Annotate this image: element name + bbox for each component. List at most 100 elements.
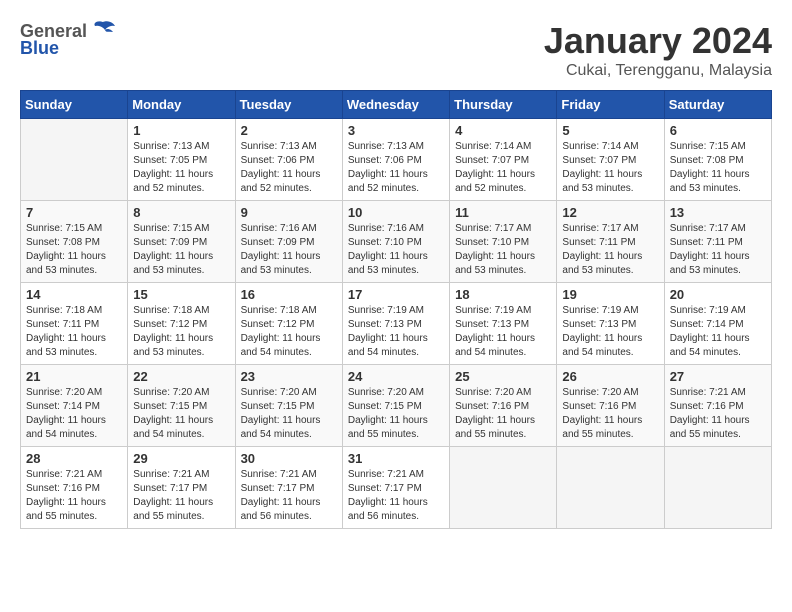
day-info: Sunrise: 7:19 AM Sunset: 7:13 PM Dayligh… xyxy=(562,304,658,360)
calendar-day-cell: 6 Sunrise: 7:15 AM Sunset: 7:08 PM Daylig… xyxy=(664,119,771,201)
calendar-day-cell: 5 Sunrise: 7:14 AM Sunset: 7:07 PM Daylig… xyxy=(557,119,664,201)
calendar-day-cell: 4 Sunrise: 7:14 AM Sunset: 7:07 PM Daylig… xyxy=(450,119,557,201)
title-block: January 2024 Cukai, Terengganu, Malaysia xyxy=(544,20,772,80)
location-subtitle: Cukai, Terengganu, Malaysia xyxy=(544,62,772,80)
calendar-day-cell: 7Sunrise: 7:15 AM Sunset: 7:08 PM Daylig… xyxy=(21,201,128,283)
day-number: 10 xyxy=(348,205,444,220)
day-number: 25 xyxy=(455,369,551,384)
calendar-day-cell xyxy=(557,447,664,529)
day-number: 22 xyxy=(133,369,229,384)
day-number: 28 xyxy=(26,451,122,466)
calendar-day-cell: 1 Sunrise: 7:13 AM Sunset: 7:05 PM Daylig… xyxy=(128,119,235,201)
calendar-day-cell: 17 Sunrise: 7:19 AM Sunset: 7:13 PM Dayli… xyxy=(342,283,449,365)
day-number: 11 xyxy=(455,205,551,220)
day-number: 23 xyxy=(241,369,337,384)
calendar-day-cell: 8 Sunrise: 7:15 AM Sunset: 7:09 PM Daylig… xyxy=(128,201,235,283)
page-header: General Blue January 2024 Cukai, Terengg… xyxy=(20,20,772,80)
day-number: 29 xyxy=(133,451,229,466)
day-info: Sunrise: 7:16 AM Sunset: 7:10 PM Dayligh… xyxy=(348,222,444,278)
day-info: Sunrise: 7:19 AM Sunset: 7:14 PM Dayligh… xyxy=(670,304,766,360)
calendar-day-cell: 28 Sunrise: 7:21 AM Sunset: 7:16 PM Dayli… xyxy=(21,447,128,529)
day-info: Sunrise: 7:19 AM Sunset: 7:13 PM Dayligh… xyxy=(348,304,444,360)
day-number: 15 xyxy=(133,287,229,302)
calendar-day-cell: 25 Sunrise: 7:20 AM Sunset: 7:16 PM Dayli… xyxy=(450,365,557,447)
calendar-day-cell xyxy=(450,447,557,529)
day-of-week-header: Tuesday xyxy=(235,91,342,119)
day-of-week-header: Sunday xyxy=(21,91,128,119)
day-info: Sunrise: 7:20 AM Sunset: 7:14 PM Dayligh… xyxy=(26,386,122,442)
day-of-week-header: Wednesday xyxy=(342,91,449,119)
day-number: 1 xyxy=(133,123,229,138)
day-number: 12 xyxy=(562,205,658,220)
calendar-day-cell: 15 Sunrise: 7:18 AM Sunset: 7:12 PM Dayli… xyxy=(128,283,235,365)
day-info: Sunrise: 7:21 AM Sunset: 7:17 PM Dayligh… xyxy=(348,468,444,524)
logo-bird-icon xyxy=(89,20,117,42)
day-info: Sunrise: 7:18 AM Sunset: 7:11 PM Dayligh… xyxy=(26,304,122,360)
day-info: Sunrise: 7:19 AM Sunset: 7:13 PM Dayligh… xyxy=(455,304,551,360)
calendar-table: SundayMondayTuesdayWednesdayThursdayFrid… xyxy=(20,90,772,529)
calendar-day-cell xyxy=(664,447,771,529)
calendar-day-cell: 22 Sunrise: 7:20 AM Sunset: 7:15 PM Dayli… xyxy=(128,365,235,447)
day-number: 8 xyxy=(133,205,229,220)
day-number: 17 xyxy=(348,287,444,302)
day-info: Sunrise: 7:20 AM Sunset: 7:15 PM Dayligh… xyxy=(133,386,229,442)
day-info: Sunrise: 7:15 AM Sunset: 7:08 PM Dayligh… xyxy=(26,222,122,278)
day-number: 3 xyxy=(348,123,444,138)
day-info: Sunrise: 7:14 AM Sunset: 7:07 PM Dayligh… xyxy=(562,140,658,196)
day-info: Sunrise: 7:18 AM Sunset: 7:12 PM Dayligh… xyxy=(133,304,229,360)
day-number: 31 xyxy=(348,451,444,466)
calendar-day-cell: 13 Sunrise: 7:17 AM Sunset: 7:11 PM Dayli… xyxy=(664,201,771,283)
day-info: Sunrise: 7:17 AM Sunset: 7:10 PM Dayligh… xyxy=(455,222,551,278)
calendar-day-cell: 26 Sunrise: 7:20 AM Sunset: 7:16 PM Dayli… xyxy=(557,365,664,447)
calendar-day-cell: 19 Sunrise: 7:19 AM Sunset: 7:13 PM Dayli… xyxy=(557,283,664,365)
day-number: 30 xyxy=(241,451,337,466)
day-number: 21 xyxy=(26,369,122,384)
calendar-week-row: 1 Sunrise: 7:13 AM Sunset: 7:05 PM Daylig… xyxy=(21,119,772,201)
day-info: Sunrise: 7:18 AM Sunset: 7:12 PM Dayligh… xyxy=(241,304,337,360)
calendar-week-row: 14 Sunrise: 7:18 AM Sunset: 7:11 PM Dayli… xyxy=(21,283,772,365)
day-info: Sunrise: 7:20 AM Sunset: 7:15 PM Dayligh… xyxy=(348,386,444,442)
day-number: 6 xyxy=(670,123,766,138)
day-info: Sunrise: 7:13 AM Sunset: 7:06 PM Dayligh… xyxy=(241,140,337,196)
calendar-header-row: SundayMondayTuesdayWednesdayThursdayFrid… xyxy=(21,91,772,119)
calendar-day-cell: 31 Sunrise: 7:21 AM Sunset: 7:17 PM Dayli… xyxy=(342,447,449,529)
calendar-day-cell: 21 Sunrise: 7:20 AM Sunset: 7:14 PM Dayli… xyxy=(21,365,128,447)
day-of-week-header: Monday xyxy=(128,91,235,119)
calendar-day-cell: 2 Sunrise: 7:13 AM Sunset: 7:06 PM Daylig… xyxy=(235,119,342,201)
calendar-day-cell: 9Sunrise: 7:16 AM Sunset: 7:09 PM Daylig… xyxy=(235,201,342,283)
day-number: 20 xyxy=(670,287,766,302)
logo-blue-text: Blue xyxy=(20,38,59,59)
day-of-week-header: Saturday xyxy=(664,91,771,119)
day-number: 14 xyxy=(26,287,122,302)
calendar-day-cell: 10 Sunrise: 7:16 AM Sunset: 7:10 PM Dayli… xyxy=(342,201,449,283)
month-title: January 2024 xyxy=(544,20,772,62)
day-info: Sunrise: 7:17 AM Sunset: 7:11 PM Dayligh… xyxy=(670,222,766,278)
day-info: Sunrise: 7:14 AM Sunset: 7:07 PM Dayligh… xyxy=(455,140,551,196)
calendar-week-row: 28 Sunrise: 7:21 AM Sunset: 7:16 PM Dayli… xyxy=(21,447,772,529)
day-info: Sunrise: 7:20 AM Sunset: 7:16 PM Dayligh… xyxy=(562,386,658,442)
day-of-week-header: Thursday xyxy=(450,91,557,119)
day-number: 2 xyxy=(241,123,337,138)
day-info: Sunrise: 7:20 AM Sunset: 7:16 PM Dayligh… xyxy=(455,386,551,442)
day-number: 16 xyxy=(241,287,337,302)
day-info: Sunrise: 7:21 AM Sunset: 7:17 PM Dayligh… xyxy=(241,468,337,524)
calendar-day-cell: 27Sunrise: 7:21 AM Sunset: 7:16 PM Dayli… xyxy=(664,365,771,447)
calendar-day-cell: 30 Sunrise: 7:21 AM Sunset: 7:17 PM Dayli… xyxy=(235,447,342,529)
day-number: 19 xyxy=(562,287,658,302)
day-number: 26 xyxy=(562,369,658,384)
day-info: Sunrise: 7:20 AM Sunset: 7:15 PM Dayligh… xyxy=(241,386,337,442)
day-info: Sunrise: 7:15 AM Sunset: 7:09 PM Dayligh… xyxy=(133,222,229,278)
calendar-day-cell: 12 Sunrise: 7:17 AM Sunset: 7:11 PM Dayli… xyxy=(557,201,664,283)
day-number: 4 xyxy=(455,123,551,138)
calendar-day-cell: 20 Sunrise: 7:19 AM Sunset: 7:14 PM Dayli… xyxy=(664,283,771,365)
day-number: 18 xyxy=(455,287,551,302)
day-number: 5 xyxy=(562,123,658,138)
day-info: Sunrise: 7:15 AM Sunset: 7:08 PM Dayligh… xyxy=(670,140,766,196)
day-info: Sunrise: 7:13 AM Sunset: 7:05 PM Dayligh… xyxy=(133,140,229,196)
day-info: Sunrise: 7:17 AM Sunset: 7:11 PM Dayligh… xyxy=(562,222,658,278)
calendar-week-row: 7Sunrise: 7:15 AM Sunset: 7:08 PM Daylig… xyxy=(21,201,772,283)
calendar-day-cell: 18 Sunrise: 7:19 AM Sunset: 7:13 PM Dayli… xyxy=(450,283,557,365)
day-info: Sunrise: 7:21 AM Sunset: 7:16 PM Dayligh… xyxy=(26,468,122,524)
day-number: 13 xyxy=(670,205,766,220)
day-number: 24 xyxy=(348,369,444,384)
